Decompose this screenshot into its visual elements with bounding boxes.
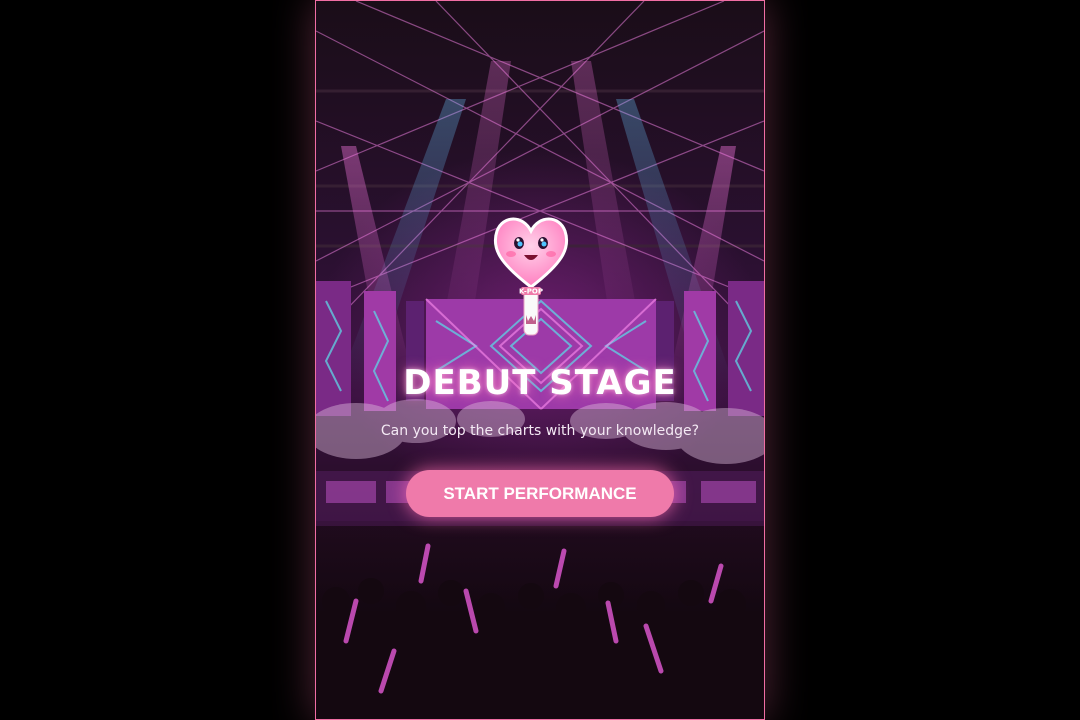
page-title: DEBUT STAGE: [403, 363, 677, 403]
heart-light-stick-icon: K-POP: [493, 217, 569, 336]
light-stick-label: K-POP: [519, 288, 543, 296]
subtitle: Can you top the charts with your knowled…: [380, 423, 700, 439]
start-performance-button[interactable]: START PERFORMANCE: [406, 470, 674, 517]
game-screen: K-POP DEBUT STAGE Can you top the charts…: [315, 0, 765, 720]
concert-stage-background: [316, 1, 764, 719]
